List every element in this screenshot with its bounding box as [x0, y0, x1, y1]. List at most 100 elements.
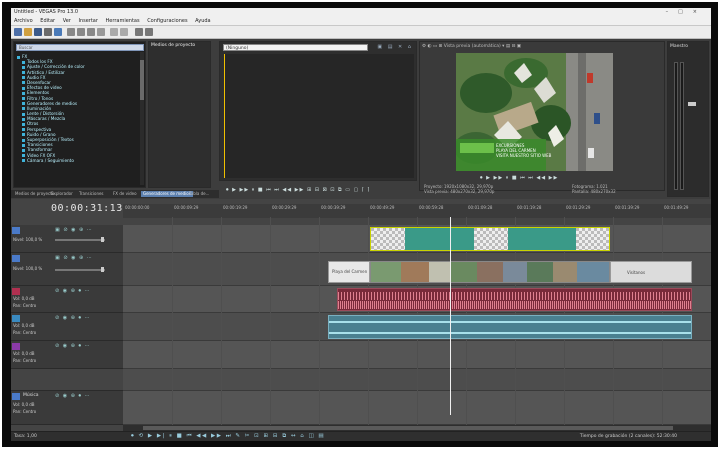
time-ruler[interactable]: 00:00:00:00 00:00:09:29 00:00:19:29 00:0…: [123, 204, 711, 218]
maximize-button[interactable]: □: [678, 9, 693, 15]
ruler-label: 00:01:29:29: [566, 205, 591, 210]
menu-insertar[interactable]: Insertar: [78, 18, 97, 24]
save-icon[interactable]: [34, 28, 42, 36]
folder-icon: [22, 148, 25, 152]
track-header-3[interactable]: ⊘ ◉ ⊕ ⏺ ⋯ Vol: 0,0 dB Pan: Centro: [11, 286, 123, 313]
track-color-swatch: [12, 315, 20, 322]
trimmer-viewport[interactable]: [224, 54, 414, 178]
track-color-swatch: [12, 288, 20, 295]
grid-line: [172, 217, 173, 425]
preview-transport[interactable]: ⏺ ▶ ▶▶ ⏸ ■ ⏮ ⏭ ◀◀ ▶▶: [480, 175, 558, 181]
track-color-swatch: [12, 343, 20, 350]
tab-media-generators[interactable]: Generadores de medios: [141, 191, 193, 197]
track-pan-label: Pan: Centro: [13, 303, 36, 308]
scrollbar-thumb[interactable]: [140, 60, 144, 100]
track-pan-label: Pan: Centro: [13, 358, 36, 363]
new-project-icon[interactable]: [14, 28, 22, 36]
track-header-5[interactable]: ⊘ ◉ ⊕ ⏺ ⋯ Vol: 0,0 dB Pan: Centro: [11, 341, 123, 369]
audio-clip-track-3[interactable]: [337, 288, 692, 311]
trimmer-transport[interactable]: ⏺ ▶ ▶▶ ⏸ ■ ⏮ ⏭ ◀◀ ▶▶ ⊞ ⊟ ⊠ ⊡ ⧉ ▭ ▢ ⌈ ⌉: [226, 187, 406, 195]
track-header-1[interactable]: ▣ ⊘ ◉ ⊕ ⋯ Nivel: 100,0 %: [11, 225, 123, 253]
delete-icon[interactable]: [97, 28, 105, 36]
ruler-label: 00:00:49:29: [370, 205, 395, 210]
tab-transitions[interactable]: Transiciones: [77, 191, 106, 197]
menu-ver[interactable]: Ver: [63, 18, 71, 24]
track-header-6[interactable]: Música ⊘ ◉ ⊕ ⏺ ⋯ Vol: 0,0 dB Pan: Centro: [11, 391, 123, 425]
track-controls[interactable]: ⊘ ◉ ⊕ ⏺ ⋯: [55, 288, 91, 294]
clip-thumbnail: [474, 228, 508, 250]
pan-value: Centro: [22, 303, 37, 308]
tab-explorer[interactable]: Explorador: [49, 191, 75, 197]
folder-icon: [22, 154, 25, 158]
audio-waveform: [338, 301, 691, 309]
audio-clip-track-4[interactable]: [328, 315, 692, 339]
menu-herramientas[interactable]: Herramientas: [106, 18, 140, 24]
ruler-label: 00:00:00:00: [125, 205, 150, 210]
audio-waveform: [329, 321, 691, 323]
track-color-swatch: [12, 255, 20, 262]
menu-configuraciones[interactable]: Configuraciones: [147, 18, 187, 24]
preview-toolbar[interactable]: ⚙ ◐ ▭ ⊞ Vista previa (automática) ▾ ▤ ⊟ …: [422, 44, 521, 49]
window-controls[interactable]: –□×: [666, 8, 707, 17]
track-header-4[interactable]: ⊘ ◉ ⊕ ⏺ ⋯ Vol: 0,0 dB Pan: Centro: [11, 313, 123, 341]
paste-icon[interactable]: [87, 28, 95, 36]
preview-info-left: Proyecto: 1920x1080x32, 29,970p Vista pr…: [424, 184, 494, 194]
trimmer-source-dropdown[interactable]: (Ninguno): [223, 44, 368, 51]
copy-icon[interactable]: [77, 28, 85, 36]
track-controls[interactable]: ⊘ ◉ ⊕ ⏺ ⋯: [55, 315, 91, 321]
folder-icon: [22, 107, 25, 111]
slider-knob[interactable]: [101, 267, 104, 272]
track-controls[interactable]: ⊘ ◉ ⊕ ⏺ ⋯: [55, 343, 91, 349]
menu-editar[interactable]: Editar: [40, 18, 55, 24]
pan-label: Pan:: [13, 358, 22, 363]
level-slider[interactable]: [55, 237, 105, 242]
preview-video-frame: EXCURSIONES PLAYA DEL CARMEN VISITA NUES…: [456, 53, 613, 171]
cut-icon[interactable]: [67, 28, 75, 36]
track-header-2[interactable]: ▣ ⊘ ◉ ⊕ ⋯ Nivel: 100,0 %: [11, 253, 123, 286]
track-controls[interactable]: ▣ ⊘ ◉ ⊕ ⋯: [55, 227, 93, 233]
render-icon[interactable]: [54, 28, 62, 36]
tab-video-fx[interactable]: FX de video: [111, 191, 139, 197]
clip-thumbnail: [371, 228, 405, 250]
folder-icon: [22, 102, 25, 106]
clip-thumbnail: [576, 228, 609, 250]
track-controls[interactable]: ▣ ⊘ ◉ ⊕ ⋯: [55, 255, 93, 261]
clip-thumbnail: [451, 262, 477, 282]
playhead-cursor[interactable]: [450, 217, 451, 415]
normal-edit-tool-icon[interactable]: [135, 28, 143, 36]
minimize-button[interactable]: –: [666, 9, 679, 15]
redo-icon[interactable]: [120, 28, 128, 36]
track-volume-label: Vol: 0,0 dB: [13, 351, 35, 356]
level-slider[interactable]: [55, 267, 105, 272]
title-clip-intro[interactable]: Playa del Carmen: [328, 261, 370, 283]
properties-icon[interactable]: [44, 28, 52, 36]
track-volume-label: Vol: 0,0 dB: [13, 296, 35, 301]
envelope-tool-icon[interactable]: [145, 28, 153, 36]
menu-archivo[interactable]: Archivo: [14, 18, 33, 24]
folder-icon: [22, 97, 25, 100]
trimmer-toolbar-icons[interactable]: ▣ ▤ ✕ ⌂: [377, 44, 413, 50]
tree-item[interactable]: Cámara / Seguimiento: [17, 158, 85, 163]
video-clip-overlay[interactable]: [370, 227, 610, 251]
undo-icon[interactable]: [110, 28, 118, 36]
ruler-label: 00:01:39:29: [615, 205, 640, 210]
menu-ayuda[interactable]: Ayuda: [195, 18, 210, 24]
audio-waveform: [338, 292, 691, 300]
clip-thumbnail: [527, 262, 553, 282]
tab-more[interactable]: Tabla de...: [187, 191, 211, 197]
track-name[interactable]: Música: [23, 393, 39, 398]
slider-knob[interactable]: [101, 237, 104, 242]
master-meter-right: [680, 62, 684, 190]
title-clip-end[interactable]: Visítanos: [610, 261, 692, 283]
explorer-scrollbar[interactable]: [140, 52, 144, 185]
close-button[interactable]: ×: [693, 9, 707, 15]
transport-controls[interactable]: ⏺ ⟲ ▶ ▶| ⏸ ■ ⏮ ◀◀ ▶▶ ⏭ ✎ ✂ ⊡ ⊞ ⊟ ⧉ ↔ ⌂ ◫…: [131, 433, 325, 440]
track-controls[interactable]: ⊘ ◉ ⊕ ⏺ ⋯: [55, 393, 91, 399]
open-icon[interactable]: [24, 28, 32, 36]
photo-slideshow-clip[interactable]: [370, 261, 610, 283]
explorer-search-input[interactable]: Buscar: [16, 44, 144, 51]
preview-quality-dropdown[interactable]: Vista previa (automática) ▾: [444, 44, 505, 49]
scrollbar-thumb[interactable]: [143, 426, 673, 430]
ruler-label: 00:00:29:29: [272, 205, 297, 210]
master-fader-knob[interactable]: [688, 102, 696, 106]
